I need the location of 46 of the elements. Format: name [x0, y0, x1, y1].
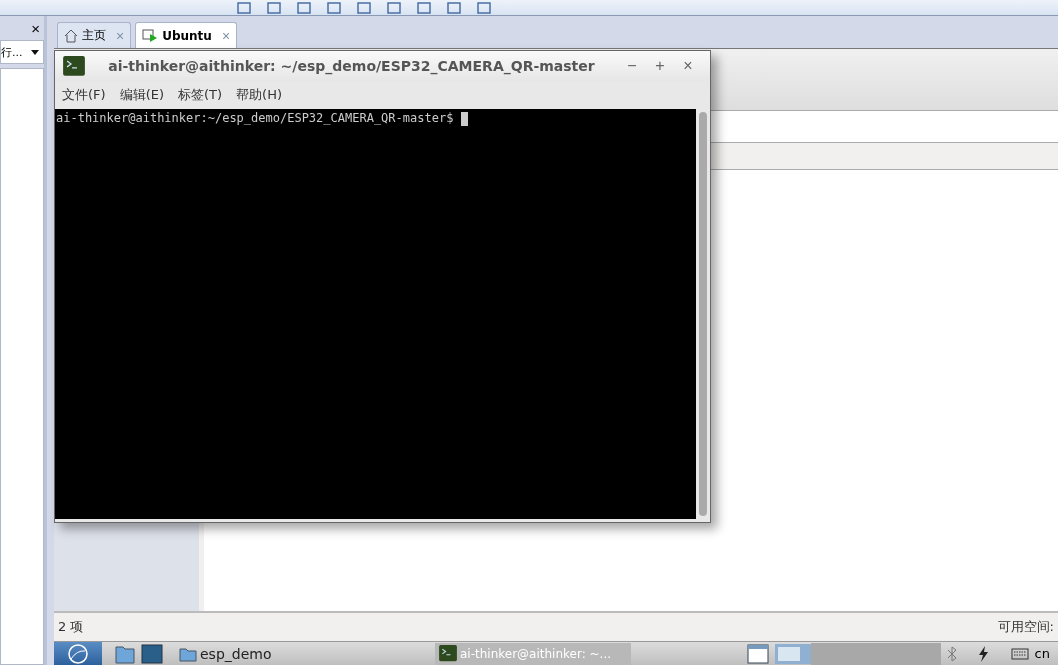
- logo-icon: [67, 643, 89, 664]
- tab-label: 主页: [82, 27, 106, 44]
- menu-item[interactable]: 标签(T): [178, 86, 223, 104]
- tab-label: Ubuntu: [162, 28, 212, 43]
- window-icon[interactable]: [746, 643, 769, 664]
- bluetooth-icon[interactable]: [946, 645, 957, 662]
- tab[interactable]: 主页 ×: [57, 22, 132, 48]
- file-manager-icon[interactable]: [114, 643, 136, 664]
- vm-icon: [142, 28, 159, 43]
- toolbar-icon[interactable]: [296, 1, 312, 14]
- input-method[interactable]: cn: [1034, 646, 1050, 661]
- dropdown-value: 行...: [1, 44, 23, 60]
- tab[interactable]: Ubuntu ×: [135, 22, 238, 48]
- window-control[interactable]: −: [618, 56, 646, 76]
- toolbar-icon[interactable]: [266, 1, 282, 14]
- free-space: 可用空间:: [997, 618, 1054, 636]
- toolbar-icon[interactable]: [386, 1, 402, 14]
- toolbar-icon[interactable]: [476, 1, 492, 14]
- scrollbar-thumb[interactable]: [699, 112, 707, 516]
- toolbar-icon[interactable]: [236, 1, 252, 14]
- menu-item[interactable]: 编辑(E): [119, 86, 164, 104]
- window-title: ai-thinker@aithinker: ~/esp_demo/ESP32_CAMERA_QR-master: [107, 58, 596, 74]
- item-count: 2 项: [58, 618, 84, 636]
- start-button[interactable]: [54, 641, 102, 665]
- cursor: [460, 111, 468, 126]
- close-button[interactable]: ×: [27, 20, 44, 38]
- terminal-icon: [439, 645, 457, 662]
- window-control[interactable]: +: [646, 56, 674, 76]
- folder-icon: [179, 645, 197, 662]
- window-control[interactable]: ×: [674, 56, 702, 76]
- home-icon: [64, 28, 78, 43]
- menu-item[interactable]: 帮助(H): [236, 86, 282, 104]
- toolbar-icon[interactable]: [416, 1, 432, 14]
- dropdown[interactable]: 行...: [0, 40, 44, 64]
- keyboard-icon[interactable]: [1010, 647, 1029, 660]
- toolbar-icon[interactable]: [326, 1, 342, 14]
- terminal-icon: [63, 56, 85, 76]
- terminal-output: ai-thinker@aithinker:~/esp_demo/ESP32_CAMERA_QR-master$: [55, 109, 696, 519]
- taskbar-button[interactable]: esp_demo: [175, 642, 355, 665]
- monitor-icon[interactable]: [141, 643, 163, 664]
- toolbar-icon[interactable]: [356, 1, 372, 14]
- menu-item[interactable]: 文件(F): [62, 86, 106, 104]
- toolbar-icon[interactable]: [446, 1, 462, 14]
- lightning-icon[interactable]: [976, 645, 989, 662]
- caret-icon: [31, 49, 39, 55]
- workspace-icon[interactable]: [774, 643, 811, 664]
